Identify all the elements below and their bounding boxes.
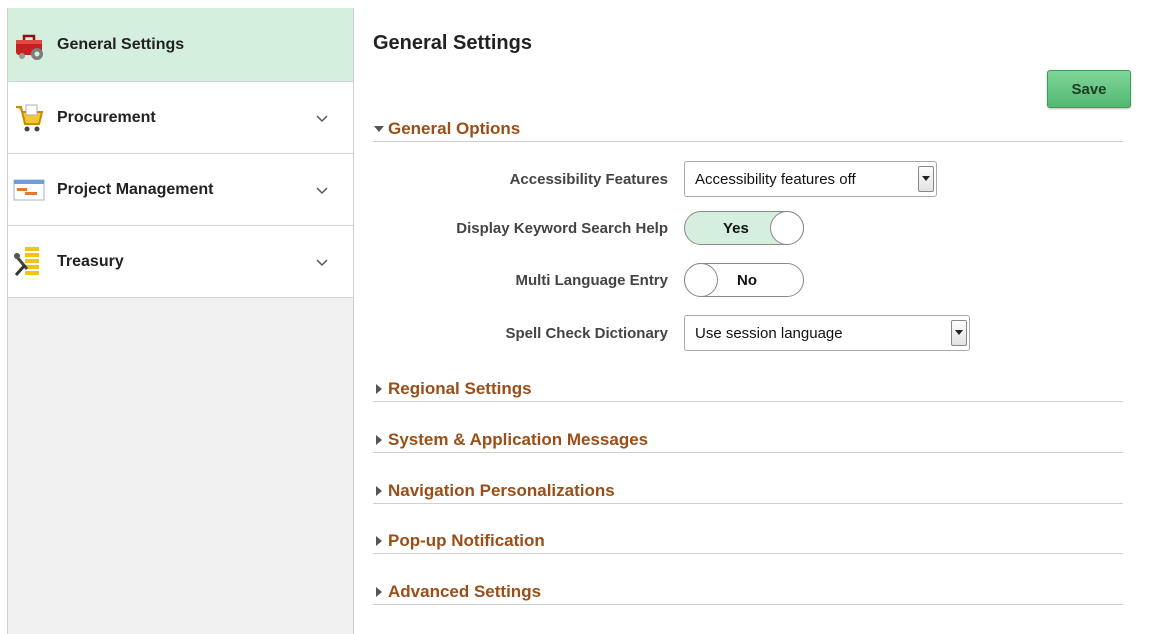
section-title: Advanced Settings [388,582,542,601]
chevron-down-icon[interactable] [315,183,329,197]
section-title: Navigation Personalizations [388,481,615,500]
sidebar-item-label: General Settings [57,35,185,53]
main-content: General Settings Save General Options Ac… [373,0,1151,634]
page-title: General Settings [373,32,532,54]
sidebar: General Settings Procurement Project Man… [7,8,354,634]
select-value: Use session language [695,324,843,342]
sidebar-item-treasury[interactable]: Treasury [8,226,353,298]
section-title: Regional Settings [388,379,532,398]
caret-right-icon [373,535,385,547]
gantt-chart-icon [12,173,46,207]
dropdown-arrow-icon [918,166,934,192]
select-value: Accessibility features off [695,170,856,188]
section-system-application-messages[interactable]: System & Application Messages [373,428,1123,453]
section-title: System & Application Messages [388,430,649,449]
accessibility-features-label: Accessibility Features [509,171,668,188]
section-regional-settings[interactable]: Regional Settings [373,377,1123,402]
toggle-value: No [737,272,757,289]
shopping-cart-icon [12,101,46,135]
accessibility-features-select[interactable]: Accessibility features off [684,161,937,197]
sidebar-item-procurement[interactable]: Procurement [8,82,353,154]
toggle-knob [770,211,804,245]
section-navigation-personalizations[interactable]: Navigation Personalizations [373,479,1123,504]
multi-language-entry-toggle[interactable]: No [684,263,804,297]
sidebar-item-label: Procurement [57,108,156,126]
keyword-search-help-label: Display Keyword Search Help [456,220,668,237]
sidebar-item-project-management[interactable]: Project Management [8,154,353,226]
section-title: General Options [388,119,521,138]
toggle-value: Yes [723,220,749,237]
multi-language-entry-label: Multi Language Entry [515,272,668,289]
section-advanced-settings[interactable]: Advanced Settings [373,580,1123,605]
keyword-search-help-toggle[interactable]: Yes [684,211,804,245]
toggle-knob [684,263,718,297]
spell-check-dictionary-select[interactable]: Use session language [684,315,970,351]
chevron-down-icon[interactable] [315,111,329,125]
chevron-down-icon[interactable] [315,255,329,269]
treasury-icon [12,245,46,279]
caret-right-icon [373,586,385,598]
save-button[interactable]: Save [1047,70,1131,108]
spell-check-dictionary-label: Spell Check Dictionary [505,325,668,342]
dropdown-arrow-icon [951,320,967,346]
sidebar-item-general-settings[interactable]: General Settings [8,8,353,82]
caret-right-icon [373,434,385,446]
toolbox-icon [12,28,46,62]
caret-right-icon [373,485,385,497]
caret-down-icon [373,123,385,135]
section-general-options[interactable]: General Options [373,117,1123,142]
section-title: Pop-up Notification [388,531,545,550]
sidebar-item-label: Treasury [57,252,124,270]
section-popup-notification[interactable]: Pop-up Notification [373,529,1123,554]
sidebar-item-label: Project Management [57,180,214,198]
caret-right-icon [373,383,385,395]
